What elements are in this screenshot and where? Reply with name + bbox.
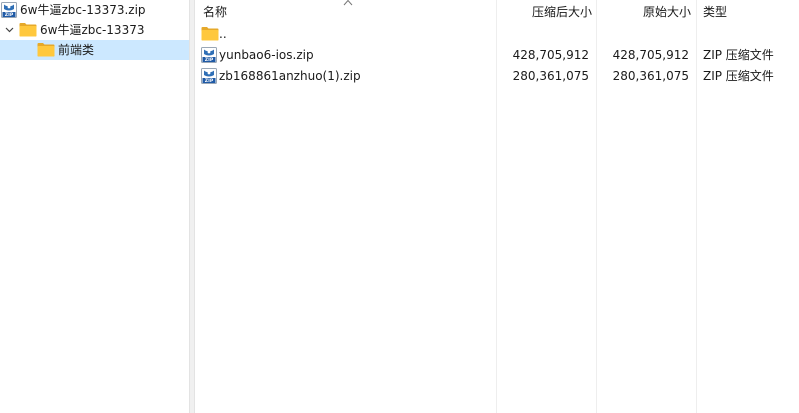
column-header-compressed-label: 压缩后大小 bbox=[531, 5, 592, 19]
file-name: zb168861anzhuo(1).zip bbox=[219, 69, 361, 83]
sort-ascending-icon bbox=[343, 0, 353, 6]
column-header-type-label: 类型 bbox=[703, 5, 728, 19]
file-compressed-size: 280,361,075 bbox=[512, 69, 589, 83]
column-header-original[interactable]: 原始大小 bbox=[600, 0, 691, 22]
archive-browser-window: ZIP 6w牛逼zbc-13373.zip 6w牛逼zbc-13373 前端类 bbox=[0, 0, 799, 413]
zip-archive-icon: ZIP bbox=[1, 2, 17, 18]
zip-archive-icon: ZIP bbox=[201, 47, 217, 63]
file-compressed-size: 428,705,912 bbox=[512, 48, 589, 62]
table-row[interactable]: .. bbox=[195, 24, 799, 45]
folder-icon bbox=[19, 23, 37, 37]
chevron-down-icon[interactable] bbox=[3, 20, 15, 40]
file-name: .. bbox=[219, 27, 227, 41]
tree-item-subfolder[interactable]: 6w牛逼zbc-13373 bbox=[0, 20, 189, 40]
column-header-compressed[interactable]: 压缩后大小 bbox=[500, 0, 592, 22]
file-original-size: 280,361,075 bbox=[612, 69, 689, 83]
folder-icon bbox=[37, 43, 55, 57]
column-header-type[interactable]: 类型 bbox=[703, 0, 793, 22]
column-header-name-label: 名称 bbox=[203, 5, 228, 19]
file-type: ZIP 压缩文件 bbox=[703, 69, 774, 83]
column-header-row: 名称 压缩后大小 原始大小 类型 bbox=[195, 0, 799, 22]
svg-text:ZIP: ZIP bbox=[205, 78, 214, 84]
tree-item-selected-label: 前端类 bbox=[58, 43, 95, 57]
column-header-original-label: 原始大小 bbox=[642, 5, 691, 19]
file-original-size: 428,705,912 bbox=[612, 48, 689, 62]
file-type: ZIP 压缩文件 bbox=[703, 48, 774, 62]
tree-item-selected-folder[interactable]: 前端类 bbox=[0, 40, 189, 60]
table-row[interactable]: ZIP zb168861anzhuo(1).zip 280,361,075 28… bbox=[195, 66, 799, 87]
table-row[interactable]: ZIP yunbao6-ios.zip 428,705,912 428,705,… bbox=[195, 45, 799, 66]
file-list-pane: 名称 压缩后大小 原始大小 类型 .. ZIP yunbao6-ios.zip … bbox=[195, 0, 799, 413]
file-name: yunbao6-ios.zip bbox=[219, 48, 314, 62]
tree-item-root-label: 6w牛逼zbc-13373.zip bbox=[20, 3, 146, 17]
folder-tree-pane: ZIP 6w牛逼zbc-13373.zip 6w牛逼zbc-13373 前端类 bbox=[0, 0, 189, 413]
svg-text:ZIP: ZIP bbox=[5, 12, 14, 18]
svg-text:ZIP: ZIP bbox=[205, 57, 214, 63]
folder-icon bbox=[201, 27, 219, 41]
zip-archive-icon: ZIP bbox=[201, 68, 217, 84]
tree-item-subfolder-label: 6w牛逼zbc-13373 bbox=[40, 23, 145, 37]
tree-item-root-archive[interactable]: ZIP 6w牛逼zbc-13373.zip bbox=[0, 0, 189, 20]
